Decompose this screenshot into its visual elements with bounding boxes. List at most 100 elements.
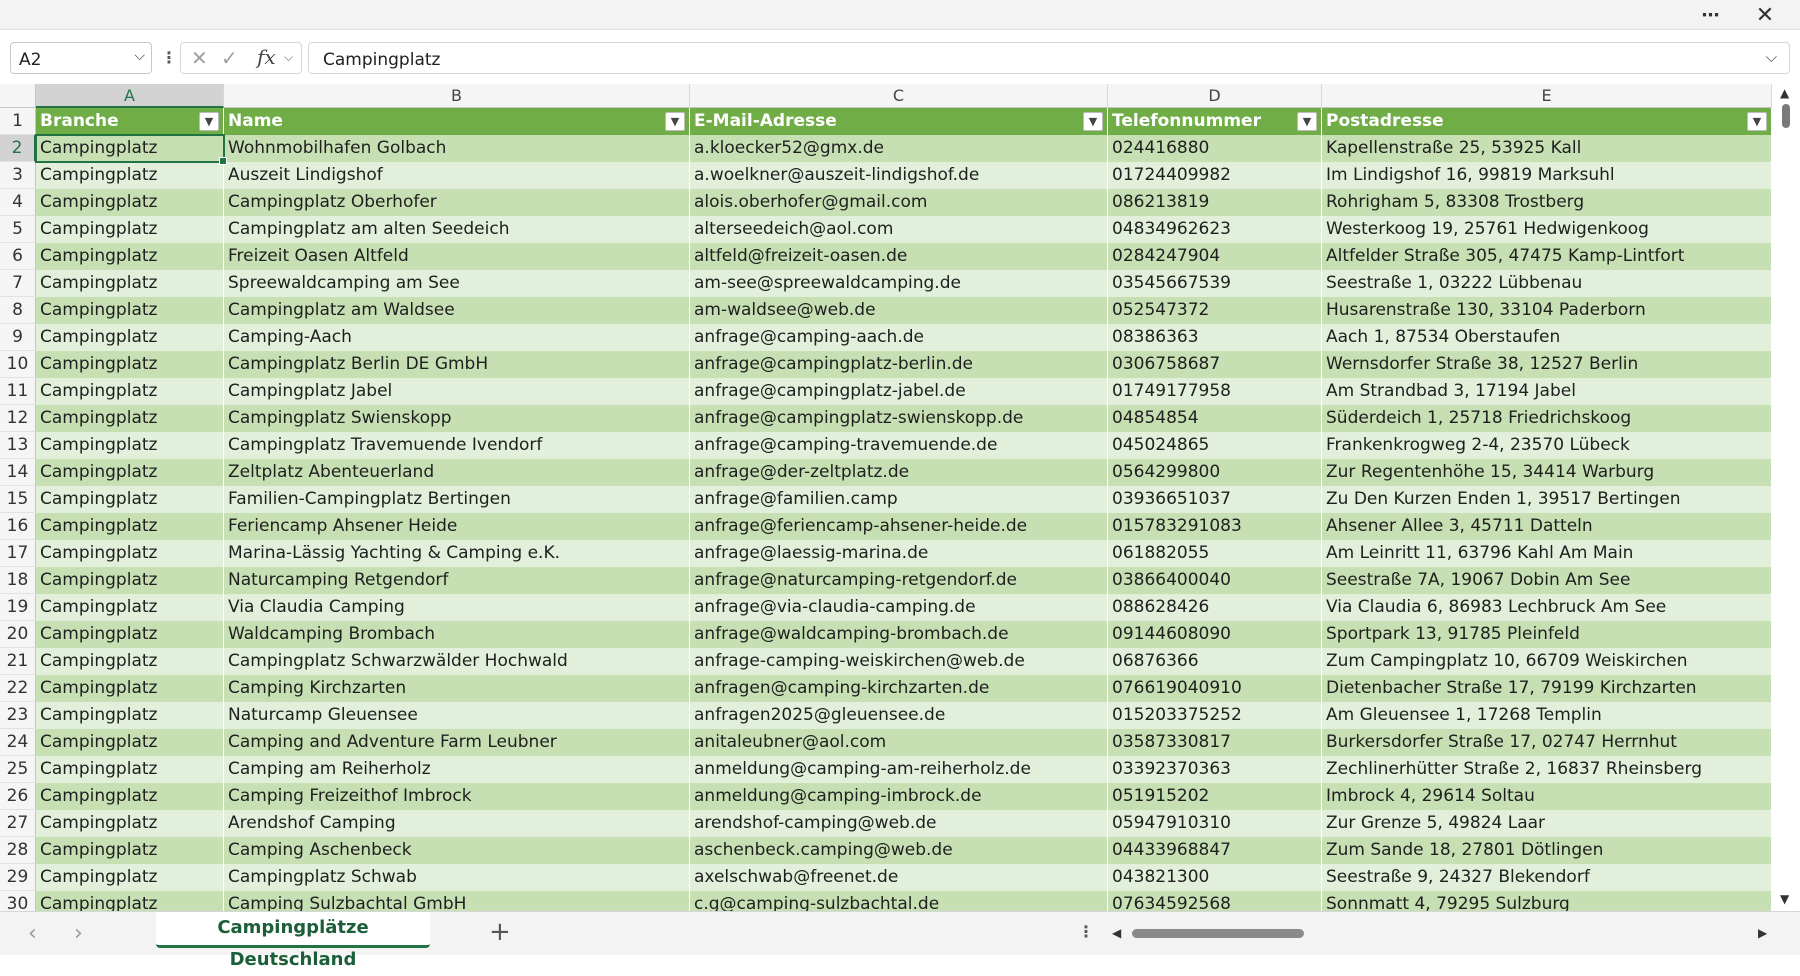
table-cell[interactable]: 06876366 xyxy=(1108,648,1322,675)
table-cell[interactable]: anfrage@campingplatz-berlin.de xyxy=(690,351,1108,378)
row-header[interactable]: 19 xyxy=(0,594,36,621)
table-cell[interactable]: Campingplatz xyxy=(36,891,224,911)
table-cell[interactable]: Campingplatz xyxy=(36,810,224,837)
table-cell[interactable]: Campingplatz Schwab xyxy=(224,864,690,891)
table-cell[interactable]: anfrage@camping-travemuende.de xyxy=(690,432,1108,459)
table-cell[interactable]: Naturcamp Gleuensee xyxy=(224,702,690,729)
table-cell[interactable]: c.g@camping-sulzbachtal.de xyxy=(690,891,1108,911)
table-cell[interactable]: Camping Sulzbachtal GmbH xyxy=(224,891,690,911)
row-header[interactable]: 25 xyxy=(0,756,36,783)
table-cell[interactable]: Burkersdorfer Straße 17, 02747 Herrnhut xyxy=(1322,729,1772,756)
table-cell[interactable]: anfrage@familien.camp xyxy=(690,486,1108,513)
table-cell[interactable]: Zur Grenze 5, 49824 Laar xyxy=(1322,810,1772,837)
table-cell[interactable]: Camping am Reiherholz xyxy=(224,756,690,783)
table-cell[interactable]: anfrage-camping-weiskirchen@web.de xyxy=(690,648,1108,675)
table-cell[interactable]: 024416880 xyxy=(1108,135,1322,162)
table-cell[interactable]: Feriencamp Ahsener Heide xyxy=(224,513,690,540)
table-cell[interactable]: Campingplatz xyxy=(36,540,224,567)
table-cell[interactable]: Seestraße 7A, 19067 Dobin Am See xyxy=(1322,567,1772,594)
table-cell[interactable]: Am Strandbad 3, 17194 Jabel xyxy=(1322,378,1772,405)
table-cell[interactable]: Zum Campingplatz 10, 66709 Weiskirchen xyxy=(1322,648,1772,675)
table-cell[interactable]: 05947910310 xyxy=(1108,810,1322,837)
table-cell[interactable]: anfrage@camping-aach.de xyxy=(690,324,1108,351)
table-cell[interactable]: 03545667539 xyxy=(1108,270,1322,297)
table-cell[interactable]: Naturcamping Retgendorf xyxy=(224,567,690,594)
horizontal-scroll-thumb[interactable] xyxy=(1132,929,1304,938)
table-cell[interactable]: Zur Regentenhöhe 15, 34414 Warburg xyxy=(1322,459,1772,486)
table-cell[interactable]: anfragen@camping-kirchzarten.de xyxy=(690,675,1108,702)
table-cell[interactable]: Campingplatz xyxy=(36,405,224,432)
column-header-c[interactable]: C xyxy=(690,84,1108,108)
row-header[interactable]: 1 xyxy=(0,108,36,135)
table-cell[interactable]: Campingplatz xyxy=(36,864,224,891)
close-icon[interactable]: ✕ xyxy=(1742,0,1788,30)
table-cell[interactable]: anitaleubner@aol.com xyxy=(690,729,1108,756)
table-cell[interactable]: alterseedeich@aol.com xyxy=(690,216,1108,243)
scroll-left-icon[interactable]: ◀ xyxy=(1112,926,1121,940)
table-cell[interactable]: anfragen2025@gleuensee.de xyxy=(690,702,1108,729)
table-cell[interactable]: Kapellenstraße 25, 53925 Kall xyxy=(1322,135,1772,162)
table-cell[interactable]: Campingplatz xyxy=(36,486,224,513)
table-cell[interactable]: Aach 1, 87534 Oberstaufen xyxy=(1322,324,1772,351)
table-cell[interactable]: anfrage@naturcamping-retgendorf.de xyxy=(690,567,1108,594)
table-cell[interactable]: 052547372 xyxy=(1108,297,1322,324)
table-cell[interactable]: Campingplatz xyxy=(36,351,224,378)
vertical-scrollbar[interactable]: ▲ ▼ xyxy=(1772,84,1800,911)
table-cell[interactable]: am-waldsee@web.de xyxy=(690,297,1108,324)
table-cell[interactable]: Campingplatz xyxy=(36,243,224,270)
table-cell[interactable]: anmeldung@camping-imbrock.de xyxy=(690,783,1108,810)
chevron-down-icon[interactable]: ⌵ xyxy=(284,50,293,65)
scroll-up-icon[interactable]: ▲ xyxy=(1780,86,1789,100)
table-cell[interactable]: aschenbeck.camping@web.de xyxy=(690,837,1108,864)
table-cell[interactable]: Im Lindigshof 16, 99819 Marksuhl xyxy=(1322,162,1772,189)
table-cell[interactable]: anfrage@via-claudia-camping.de xyxy=(690,594,1108,621)
confirm-icon[interactable]: ✓ xyxy=(221,46,238,70)
table-cell[interactable]: Campingplatz am Waldsee xyxy=(224,297,690,324)
scroll-thumb[interactable] xyxy=(1782,104,1790,128)
table-cell[interactable]: a.kloecker52@gmx.de xyxy=(690,135,1108,162)
row-header[interactable]: 29 xyxy=(0,864,36,891)
more-options-icon[interactable]: ⋯ xyxy=(1688,0,1734,30)
table-cell[interactable]: anfrage@waldcamping-brombach.de xyxy=(690,621,1108,648)
table-cell[interactable]: Marina-Lässig Yachting & Camping e.K. xyxy=(224,540,690,567)
table-cell[interactable]: Campingplatz xyxy=(36,270,224,297)
table-cell[interactable]: Campingplatz Swienskopp xyxy=(224,405,690,432)
table-cell[interactable]: Am Leinritt 11, 63796 Kahl Am Main xyxy=(1322,540,1772,567)
table-cell[interactable]: Süderdeich 1, 25718 Friedrichskoog xyxy=(1322,405,1772,432)
table-cell[interactable]: Wohnmobilhafen Golbach xyxy=(224,135,690,162)
table-cell[interactable]: 0284247904 xyxy=(1108,243,1322,270)
table-cell[interactable]: 03587330817 xyxy=(1108,729,1322,756)
row-header[interactable]: 30 xyxy=(0,891,36,911)
table-cell[interactable]: Campingplatz xyxy=(36,459,224,486)
insert-function-icon[interactable]: fx xyxy=(257,45,276,69)
table-cell[interactable]: 03392370363 xyxy=(1108,756,1322,783)
filter-dropdown-icon[interactable]: ▼ xyxy=(199,112,219,131)
row-header[interactable]: 18 xyxy=(0,567,36,594)
table-cell[interactable]: alois.oberhofer@gmail.com xyxy=(690,189,1108,216)
table-cell[interactable]: Husarenstraße 130, 33104 Paderborn xyxy=(1322,297,1772,324)
table-cell[interactable]: Via Claudia 6, 86983 Lechbruck Am See xyxy=(1322,594,1772,621)
expand-formula-icon[interactable]: ⌵ xyxy=(1766,48,1777,66)
table-cell[interactable]: Westerkoog 19, 25761 Hedwigenkoog xyxy=(1322,216,1772,243)
table-cell[interactable]: 01749177958 xyxy=(1108,378,1322,405)
row-header[interactable]: 22 xyxy=(0,675,36,702)
table-cell[interactable]: Campingplatz xyxy=(36,756,224,783)
table-cell[interactable]: Campingplatz xyxy=(36,162,224,189)
header-cell[interactable]: Telefonnummer ▼ xyxy=(1108,108,1322,135)
row-header[interactable]: 20 xyxy=(0,621,36,648)
table-cell[interactable]: Campingplatz xyxy=(36,621,224,648)
table-cell[interactable]: Imbrock 4, 29614 Soltau xyxy=(1322,783,1772,810)
table-cell[interactable]: a.woelkner@auszeit-lindigshof.de xyxy=(690,162,1108,189)
row-header[interactable]: 10 xyxy=(0,351,36,378)
filter-dropdown-icon[interactable]: ▼ xyxy=(1297,112,1317,131)
table-cell[interactable]: anfrage@der-zeltplatz.de xyxy=(690,459,1108,486)
table-cell[interactable]: Sportpark 13, 91785 Pleinfeld xyxy=(1322,621,1772,648)
table-cell[interactable]: am-see@spreewaldcamping.de xyxy=(690,270,1108,297)
filter-dropdown-icon[interactable]: ▼ xyxy=(1747,112,1767,131)
table-cell[interactable]: Campingplatz am alten Seedeich xyxy=(224,216,690,243)
select-all-corner[interactable] xyxy=(0,84,36,108)
table-cell[interactable]: Waldcamping Brombach xyxy=(224,621,690,648)
row-header[interactable]: 12 xyxy=(0,405,36,432)
header-cell[interactable]: Name ▼ xyxy=(224,108,690,135)
table-cell[interactable]: Campingplatz Schwarzwälder Hochwald xyxy=(224,648,690,675)
